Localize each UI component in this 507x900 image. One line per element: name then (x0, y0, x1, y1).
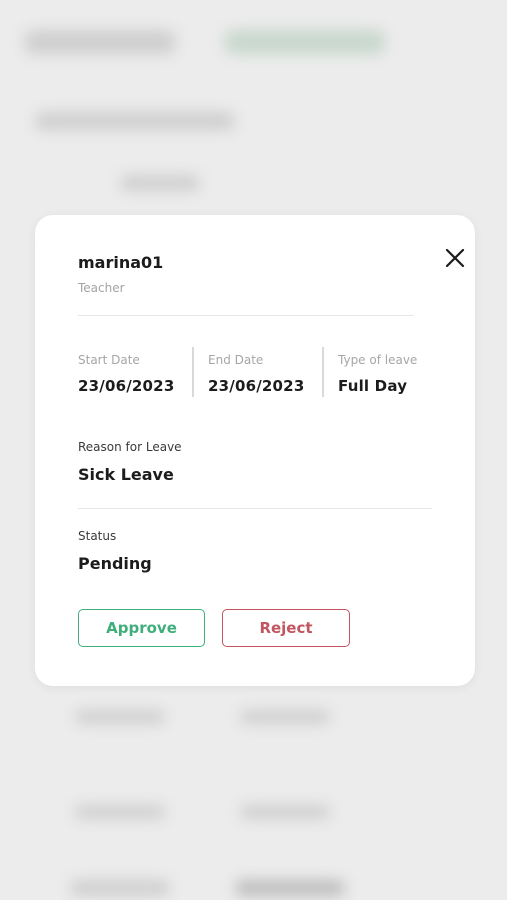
bg-placeholder (70, 880, 170, 896)
bg-placeholder (225, 30, 385, 54)
close-button[interactable] (440, 243, 470, 273)
bg-placeholder (35, 112, 235, 130)
column-divider (322, 347, 324, 397)
start-date-value: 23/06/2023 (78, 377, 175, 395)
bg-placeholder (120, 175, 200, 191)
approve-button[interactable]: Approve (78, 609, 205, 647)
bg-placeholder (240, 805, 330, 819)
start-date-label: Start Date (78, 353, 140, 367)
bg-placeholder (235, 880, 345, 896)
status-value: Pending (78, 554, 152, 573)
bg-placeholder (25, 30, 175, 54)
bg-placeholder (75, 710, 165, 724)
column-divider (192, 347, 194, 397)
reason-value: Sick Leave (78, 465, 174, 484)
user-role: Teacher (78, 281, 125, 295)
divider (78, 315, 414, 316)
end-date-label: End Date (208, 353, 264, 367)
reject-button[interactable]: Reject (222, 609, 350, 647)
reason-label: Reason for Leave (78, 440, 182, 454)
user-name: marina01 (78, 253, 164, 272)
bg-placeholder (75, 805, 165, 819)
divider (78, 508, 432, 509)
end-date-value: 23/06/2023 (208, 377, 305, 395)
status-label: Status (78, 529, 117, 543)
leave-type-value: Full Day (338, 377, 408, 395)
bg-placeholder (240, 710, 330, 724)
close-icon (445, 248, 465, 268)
leave-type-label: Type of leave (338, 353, 418, 367)
